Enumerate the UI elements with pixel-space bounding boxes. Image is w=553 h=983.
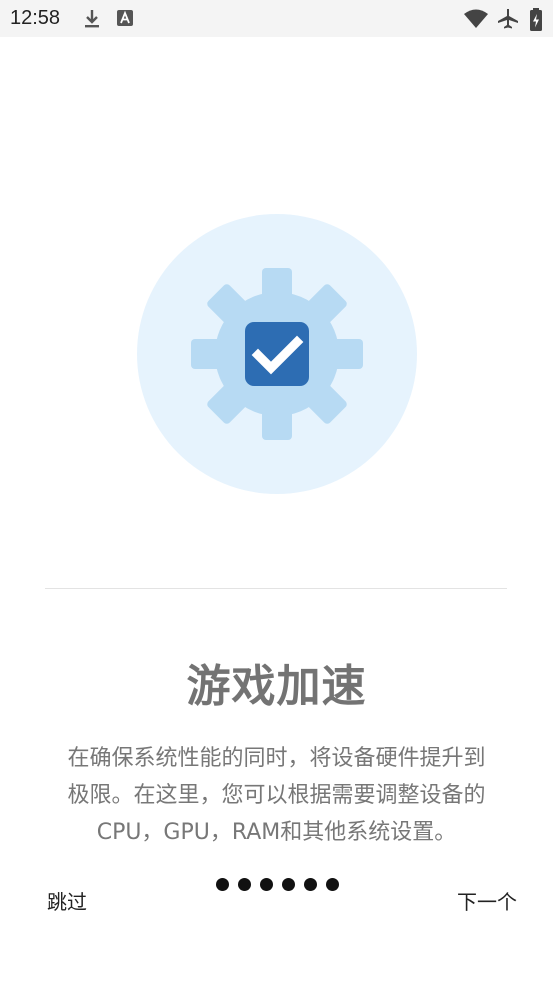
- page-title: 游戏加速: [186, 661, 367, 712]
- divider: [45, 588, 507, 589]
- page-dot[interactable]: [304, 878, 317, 891]
- skip-button[interactable]: 跳过: [47, 886, 87, 915]
- description-line: CPU，GPU，RAM和其他系统设置。: [96, 820, 457, 845]
- wifi-icon: [464, 9, 488, 28]
- page-dot[interactable]: [326, 878, 339, 891]
- next-button[interactable]: 下一个: [457, 886, 517, 915]
- status-bar: 12:58: [0, 0, 553, 37]
- page-indicator: [216, 878, 339, 891]
- page-dot[interactable]: [282, 878, 295, 891]
- page-dot[interactable]: [238, 878, 251, 891]
- download-icon: [85, 10, 99, 28]
- description: 在确保系统性能的同时，将设备硬件提升到 极限。在这里，您可以根据需要调整设备的 …: [38, 740, 515, 851]
- app-notification-icon: [117, 10, 133, 26]
- airplane-mode-icon: [498, 9, 518, 29]
- game-boost-illustration: [137, 214, 417, 494]
- page-dot[interactable]: [216, 878, 229, 891]
- status-time: 12:58: [10, 7, 61, 29]
- page-dot[interactable]: [260, 878, 273, 891]
- battery-charging-icon: [530, 8, 542, 31]
- description-line: 极限。在这里，您可以根据需要调整设备的: [67, 783, 486, 808]
- description-line: 在确保系统性能的同时，将设备硬件提升到: [67, 746, 486, 771]
